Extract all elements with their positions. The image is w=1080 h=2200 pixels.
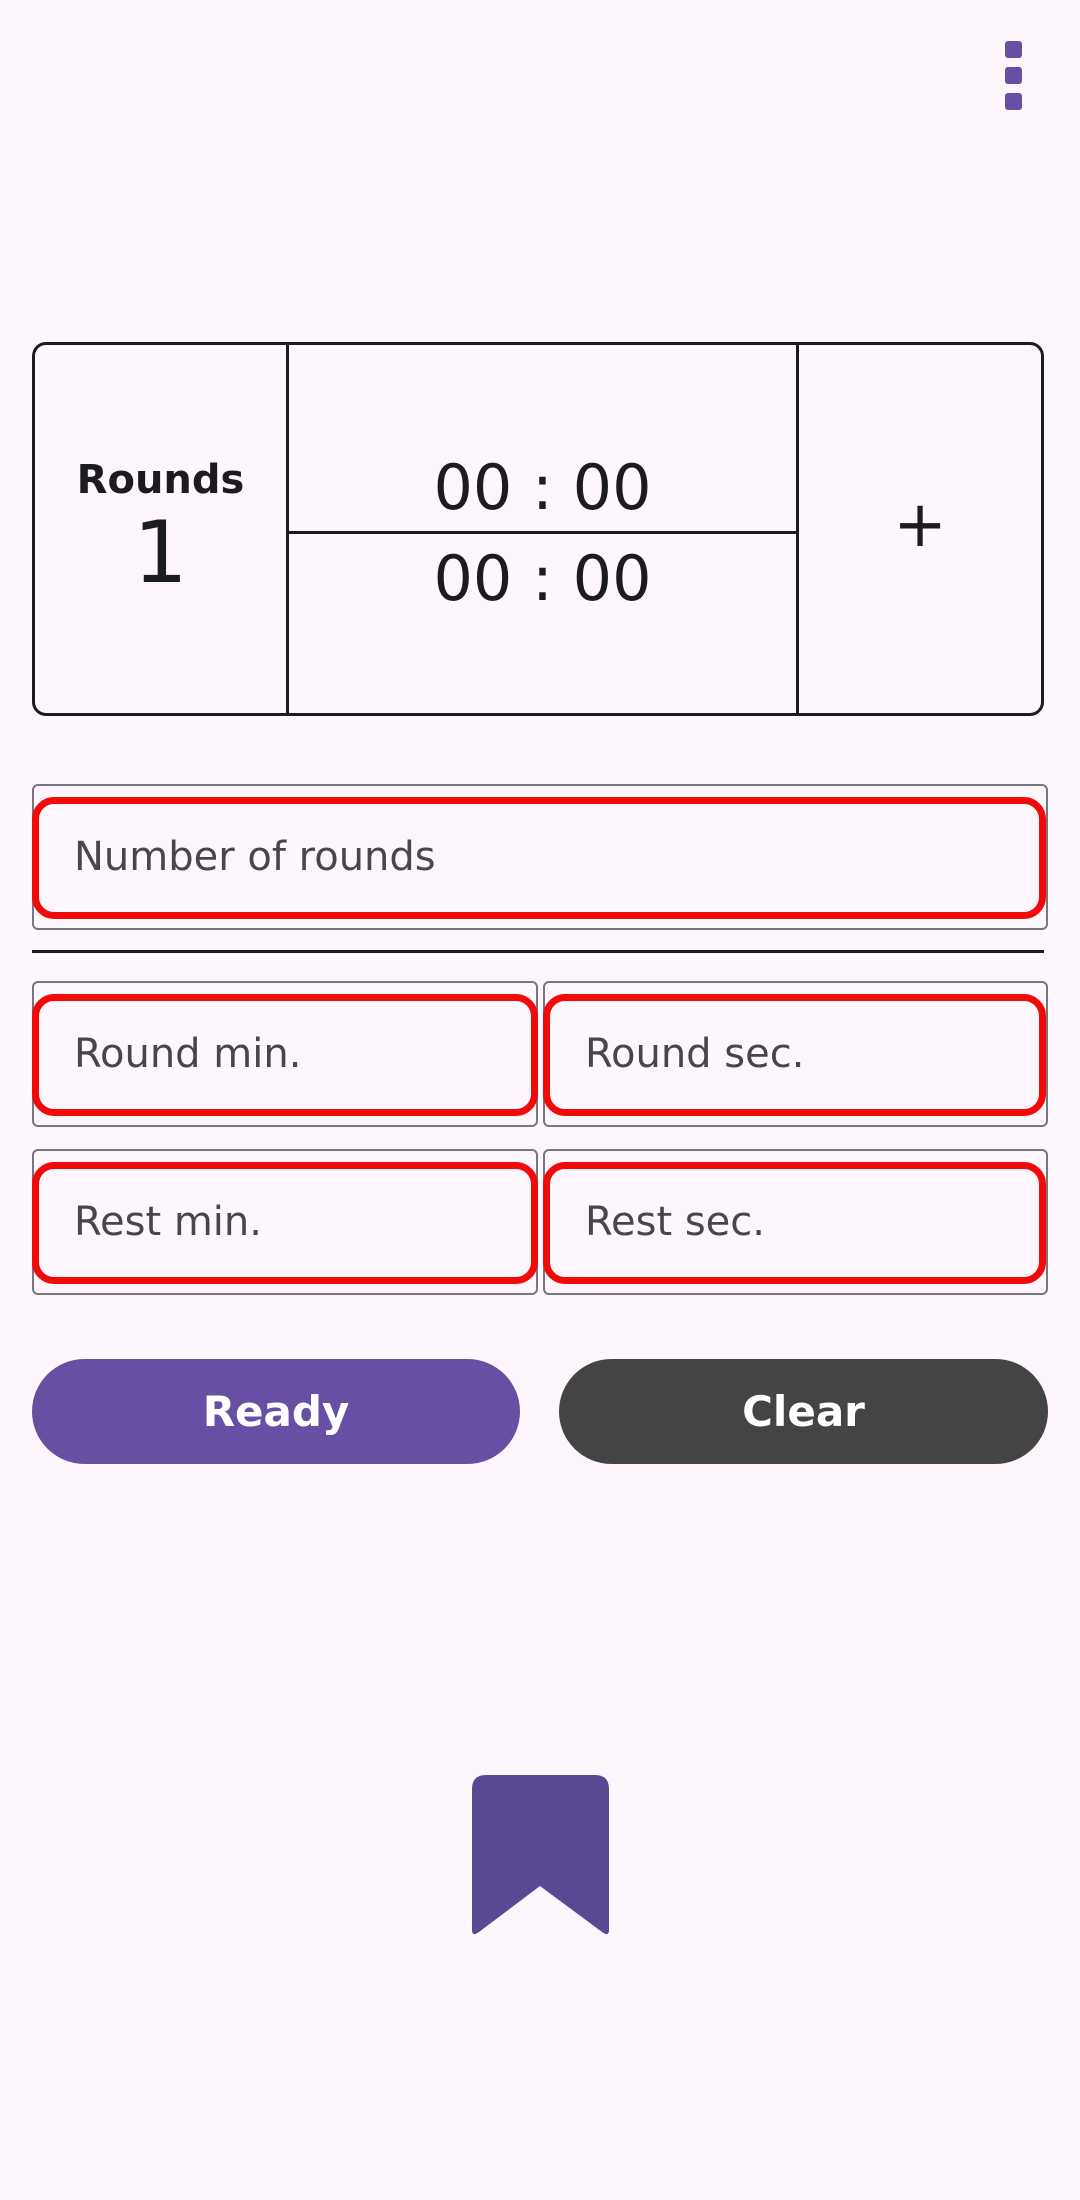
- rest-time-cell: 00 : 00: [289, 534, 796, 713]
- number-of-rounds-placeholder: Number of rounds: [74, 834, 436, 880]
- rest-sec-input[interactable]: Rest sec.: [543, 1149, 1048, 1295]
- times-cell: 00 : 00 00 : 00: [289, 345, 799, 713]
- section-divider: [32, 950, 1044, 953]
- round-time-cell: 00 : 00: [289, 345, 796, 534]
- add-round-button[interactable]: +: [799, 345, 1041, 713]
- bookmark-icon[interactable]: [472, 1775, 609, 1937]
- round-sec-placeholder: Round sec.: [585, 1031, 805, 1077]
- rest-time: 00 : 00: [433, 542, 652, 615]
- rounds-count: 1: [133, 503, 188, 603]
- menu-dot: [1005, 41, 1022, 58]
- rest-min-input[interactable]: Rest min.: [32, 1149, 538, 1295]
- rounds-cell: Rounds 1: [35, 345, 289, 713]
- more-vert-icon[interactable]: [996, 36, 1032, 116]
- round-min-placeholder: Round min.: [74, 1031, 302, 1077]
- rest-min-placeholder: Rest min.: [74, 1199, 262, 1245]
- rest-sec-placeholder: Rest sec.: [585, 1199, 765, 1245]
- ready-button[interactable]: Ready: [32, 1359, 520, 1464]
- menu-dot: [1005, 93, 1022, 110]
- rounds-label: Rounds: [76, 457, 245, 503]
- clear-button[interactable]: Clear: [559, 1359, 1048, 1464]
- plus-icon: +: [893, 488, 947, 562]
- rounds-summary-card: Rounds 1 00 : 00 00 : 00 +: [32, 342, 1044, 716]
- round-time: 00 : 00: [433, 451, 652, 524]
- number-of-rounds-input[interactable]: Number of rounds: [32, 784, 1048, 930]
- round-sec-input[interactable]: Round sec.: [543, 981, 1048, 1127]
- round-min-input[interactable]: Round min.: [32, 981, 538, 1127]
- menu-dot: [1005, 67, 1022, 84]
